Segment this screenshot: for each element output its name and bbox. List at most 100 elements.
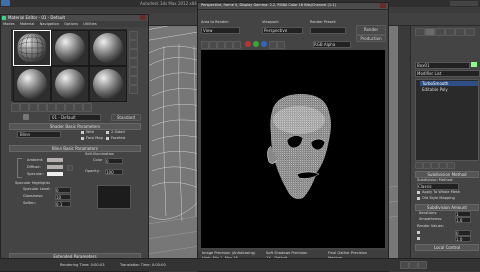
material-editor-window[interactable]: Material Editor - 01 - Default Modes Mat…	[0, 14, 149, 272]
shader-dropdown[interactable]: Blinn	[17, 131, 61, 138]
blue-channel-icon[interactable]	[261, 41, 267, 47]
menu-navigation[interactable]: Navigation	[40, 22, 59, 26]
window-controls[interactable]	[450, 1, 478, 6]
wire-checkbox[interactable]	[81, 131, 84, 134]
opacity-spinner[interactable]: 100	[105, 169, 123, 175]
render-button[interactable]: Render	[356, 25, 386, 35]
app-logo-icon[interactable]	[1, 0, 10, 6]
render-frame-window[interactable]: Perspective, frame 0, Display Gamma: 2.2…	[197, 2, 389, 272]
two-sided-checkbox[interactable]	[106, 131, 109, 134]
make-preview-icon[interactable]	[129, 76, 138, 85]
pin-stack-icon[interactable]	[415, 162, 423, 169]
assign-to-selection-icon[interactable]	[29, 103, 38, 112]
render-iterations-checkbox[interactable]	[417, 231, 420, 234]
alpha-channel-icon[interactable]	[269, 41, 277, 49]
key-mode-icon[interactable]	[418, 261, 427, 269]
motion-tab-icon[interactable]	[445, 28, 455, 36]
shader-basic-params-rollout[interactable]: Shader Basic Parameters	[9, 123, 141, 130]
menu-utilities[interactable]: Utilities	[83, 22, 97, 26]
apply-whole-mesh-checkbox[interactable]	[417, 191, 420, 194]
subdivision-method-rollout[interactable]: Subdivision Method	[415, 171, 479, 178]
material-id-icon[interactable]	[65, 103, 74, 112]
show-end-result-icon[interactable]	[423, 162, 431, 169]
glossiness-spinner[interactable]: 10	[55, 194, 71, 200]
sample-type-icon[interactable]	[129, 31, 138, 40]
area-to-render-dropdown[interactable]: View	[201, 27, 240, 34]
ambient-color-swatch[interactable]	[47, 158, 63, 162]
copy-image-icon[interactable]	[209, 41, 217, 49]
face-map-checkbox[interactable]	[81, 137, 84, 140]
sample-slot-5[interactable]	[51, 66, 89, 102]
object-color-swatch[interactable]	[471, 62, 477, 67]
render-smoothness-spinner[interactable]: 1.0	[455, 236, 471, 242]
soften-spinner[interactable]: 0.1	[55, 201, 71, 207]
production-dropdown[interactable]: Production	[356, 35, 386, 42]
go-to-parent-icon[interactable]	[83, 103, 92, 112]
create-tab-icon[interactable]	[415, 28, 425, 36]
video-color-check-icon[interactable]	[129, 67, 138, 76]
hierarchy-tab-icon[interactable]	[435, 28, 445, 36]
color-spinner[interactable]: 0	[105, 158, 123, 164]
make-unique-icon[interactable]	[47, 103, 56, 112]
make-unique-stack-icon[interactable]	[431, 162, 439, 169]
sample-slot-3[interactable]	[89, 30, 127, 66]
old-style-mapping-checkbox[interactable]	[417, 197, 420, 200]
sample-slot-4[interactable]	[13, 66, 51, 102]
get-material-icon[interactable]	[11, 103, 20, 112]
stack-item-turbosmooth[interactable]: TurboSmooth	[420, 81, 478, 86]
subdivision-amount-rollout[interactable]: Subdivision Amount	[415, 204, 479, 211]
faceted-checkbox[interactable]	[106, 137, 109, 140]
object-name-field[interactable]: Box01	[415, 62, 470, 69]
print-image-icon[interactable]	[225, 41, 233, 49]
next-frame-icon[interactable]	[409, 261, 418, 269]
eyedropper-icon[interactable]	[23, 114, 29, 120]
put-to-library-icon[interactable]	[56, 103, 65, 112]
close-icon[interactable]	[380, 3, 386, 8]
put-to-scene-icon[interactable]	[20, 103, 29, 112]
channel-dropdown[interactable]: RGB Alpha	[313, 41, 351, 48]
options-icon[interactable]	[129, 85, 138, 94]
diffuse-map-button[interactable]	[67, 165, 73, 171]
close-icon[interactable]	[140, 15, 146, 20]
save-image-icon[interactable]	[201, 41, 209, 49]
clone-window-icon[interactable]	[217, 41, 225, 49]
specular-color-swatch[interactable]	[47, 172, 63, 176]
stack-item-editable-poly[interactable]: Editable Poly	[420, 87, 478, 92]
subdivision-method-dropdown[interactable]: Classic	[417, 183, 459, 190]
menu-options[interactable]: Options	[64, 22, 78, 26]
uv-tiling-icon[interactable]	[129, 58, 138, 67]
render-smoothness-checkbox[interactable]	[417, 237, 420, 240]
red-channel-icon[interactable]	[245, 41, 251, 47]
render-titlebar[interactable]: Perspective, frame 0, Display Gamma: 2.2…	[198, 3, 388, 10]
play-icon[interactable]	[400, 261, 409, 269]
render-canvas	[201, 50, 385, 248]
modify-tab-icon[interactable]	[425, 28, 435, 36]
specular-level-spinner[interactable]: 0	[55, 187, 71, 193]
sample-slot-2[interactable]	[51, 30, 89, 66]
sample-slot-6[interactable]	[89, 66, 127, 102]
backlight-icon[interactable]	[129, 40, 138, 49]
utilities-tab-icon[interactable]	[465, 28, 475, 36]
material-name-field[interactable]: 01 - Default	[49, 114, 101, 121]
configure-sets-icon[interactable]	[447, 162, 455, 169]
green-channel-icon[interactable]	[253, 41, 259, 47]
material-type-button[interactable]: Standard	[111, 114, 141, 121]
viewport-dropdown[interactable]: Perspective	[262, 27, 303, 34]
menu-modes[interactable]: Modes	[3, 22, 15, 26]
modifier-list-dropdown[interactable]: Modifier List	[415, 70, 480, 77]
remove-modifier-icon[interactable]	[439, 162, 447, 169]
render-preset-dropdown[interactable]	[310, 27, 346, 34]
background-icon[interactable]	[129, 49, 138, 58]
display-tab-icon[interactable]	[455, 28, 465, 36]
sample-slot-1[interactable]	[13, 30, 51, 66]
diffuse-color-swatch[interactable]	[47, 165, 63, 169]
smoothness-spinner[interactable]: 1.0	[455, 217, 471, 223]
blinn-basic-params-rollout[interactable]: Blinn Basic Parameters	[9, 145, 141, 152]
local-control-rollout[interactable]: Local Control	[415, 244, 479, 251]
lock-icon[interactable]	[17, 158, 22, 178]
reset-map-icon[interactable]	[38, 103, 47, 112]
monochrome-icon[interactable]	[277, 41, 285, 49]
clear-icon[interactable]	[233, 41, 241, 49]
show-in-viewport-icon[interactable]	[74, 103, 83, 112]
menu-material[interactable]: Material	[20, 22, 35, 26]
